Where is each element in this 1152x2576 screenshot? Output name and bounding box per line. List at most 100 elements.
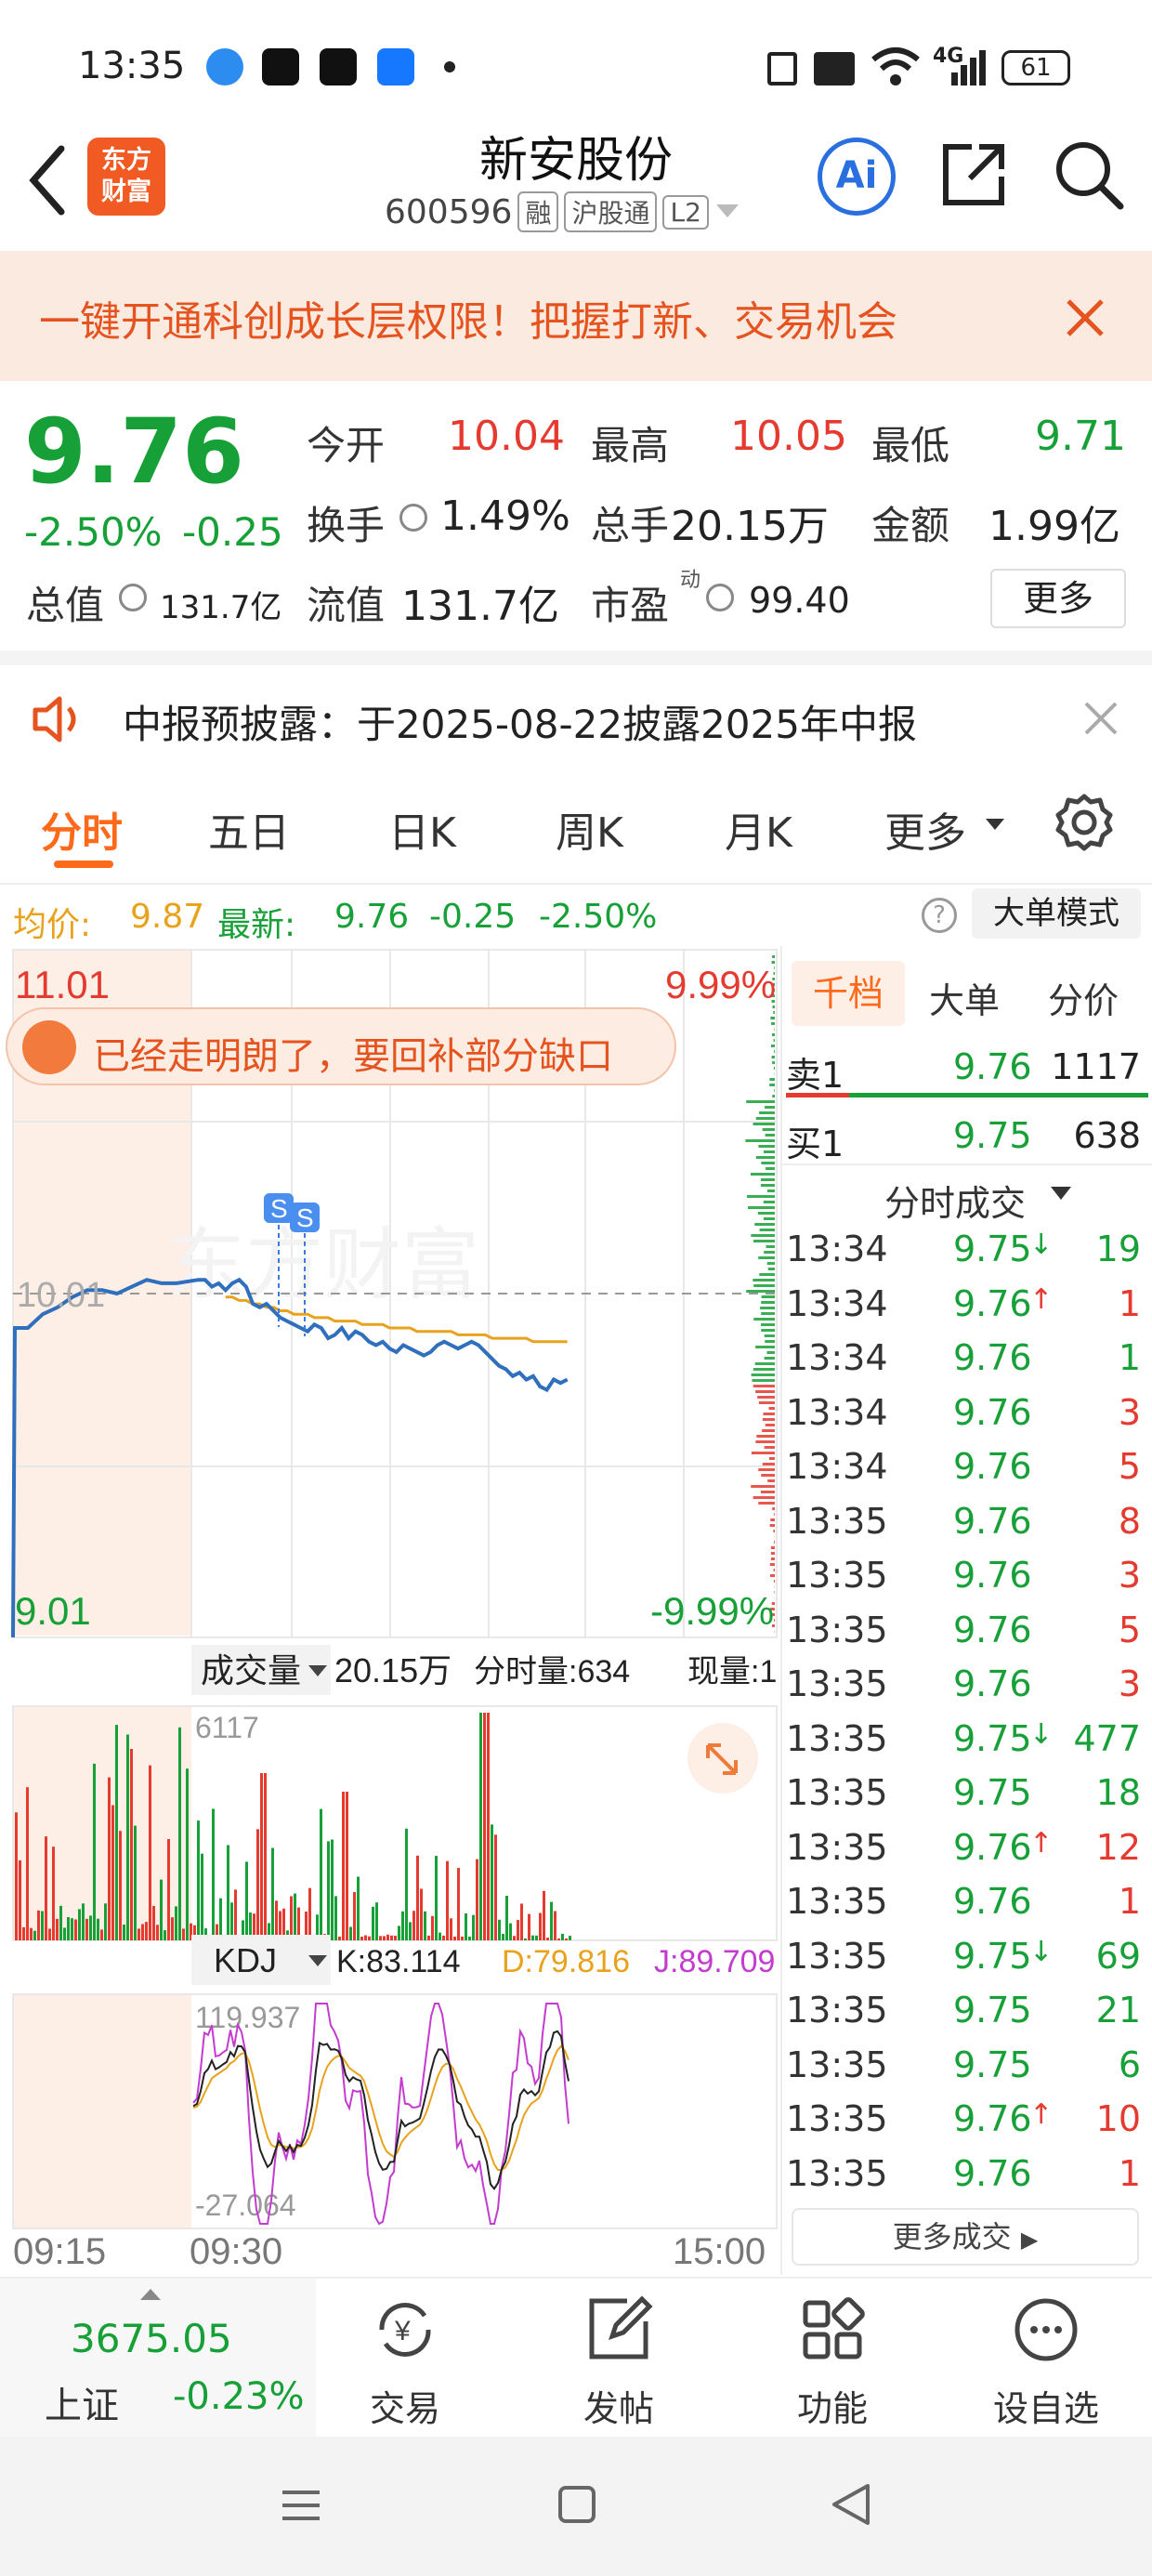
trade-volume: 3 <box>1118 1663 1141 1704</box>
tab-week-k[interactable]: 周K <box>556 799 623 859</box>
trade-volume: 19 <box>1095 1229 1141 1269</box>
nav-add-watchlist[interactable]: 设自选 <box>972 2295 1120 2431</box>
trade-row: 13:35 9.75 18 <box>786 1772 1148 1826</box>
caret-down-icon[interactable] <box>714 203 740 221</box>
close-icon[interactable] <box>1083 701 1119 736</box>
share-icon[interactable] <box>938 139 1009 210</box>
order-tape-bar <box>754 1362 775 1365</box>
promo-banner[interactable]: 一键开通科创成长层权限！把握打新、交易机会 <box>0 251 1152 381</box>
index-change: -0.23% <box>173 2375 305 2418</box>
ai-button[interactable]: Ai <box>818 138 896 216</box>
trade-price: 9.76 <box>953 1391 1032 1433</box>
trade-time: 13:35 <box>786 1826 888 1868</box>
trade-price: 9.75 <box>953 1717 1032 1759</box>
home-icon[interactable] <box>557 2485 596 2524</box>
tab-price-dist[interactable]: 分价 <box>1048 972 1119 1023</box>
volume-bar <box>67 1917 70 1940</box>
trades-header[interactable]: 分时成交 <box>884 1175 1026 1226</box>
volume-bar <box>74 1919 77 1940</box>
tab-more[interactable]: 更多 <box>884 799 966 859</box>
trade-price: 9.76 <box>953 1826 1032 1868</box>
volume-bar <box>245 1861 248 1940</box>
close-icon[interactable] <box>1065 297 1106 338</box>
nav-trade[interactable]: ¥ 交易 <box>331 2295 479 2431</box>
search-icon[interactable] <box>1052 138 1126 212</box>
index-value: 3675.05 <box>71 2316 232 2361</box>
trade-row: 13:35 9.76 1 <box>786 2153 1148 2207</box>
volume-bar <box>212 1808 215 1940</box>
sell1-row: 卖1 9.76 1117 <box>786 1041 1148 1096</box>
caret-down-icon[interactable] <box>1050 1186 1072 1201</box>
big-order-mode-button[interactable]: 大单模式 <box>972 888 1141 939</box>
tip-bubble[interactable]: 已经走明朗了，要回补部分缺口 <box>6 1007 676 1085</box>
trade-volume: 5 <box>1118 1609 1141 1650</box>
volume-bar <box>398 1925 400 1940</box>
volume-bar <box>539 1912 542 1940</box>
order-tape-bar <box>774 1541 775 1544</box>
y-top-label: 11.01 <box>15 963 110 1006</box>
intraday-chart[interactable]: 东方财富 S S 11.01 9.01 9.99% -9.99% 10.01 成… <box>0 946 780 2275</box>
volume-bar <box>401 1911 404 1940</box>
trade-price: 9.76 <box>953 1881 1032 1922</box>
trade-volume: 21 <box>1095 1990 1141 2031</box>
l2-tag: L2 <box>662 194 709 230</box>
trade-time: 13:35 <box>786 1935 888 1977</box>
volume-bar <box>85 1918 88 1940</box>
volume-bar <box>517 1920 519 1940</box>
tab-five-day[interactable]: 五日 <box>208 799 290 859</box>
volume-bar <box>420 1888 423 1940</box>
volume-max-label: 6117 <box>195 1711 259 1744</box>
order-tape-bar <box>774 1050 775 1053</box>
volume-label: 成交量 <box>201 1651 301 1689</box>
menu-icon[interactable] <box>281 2485 321 2526</box>
volume-bar <box>442 1936 445 1940</box>
tab-level-book[interactable]: 千档 <box>792 961 905 1026</box>
help-icon[interactable]: ? <box>922 898 957 933</box>
kdj-d-line <box>192 2044 569 2172</box>
trade-time: 13:35 <box>786 1990 888 2031</box>
trade-volume: 1 <box>1118 2152 1141 2194</box>
battery-icon: 61 <box>1001 50 1070 85</box>
order-tape-bar <box>755 1440 775 1443</box>
hd-icon <box>814 52 855 85</box>
notice-bar[interactable]: 中报预披露：于2025-08-22披露2025年中报 <box>0 651 1152 766</box>
margin-tag: 融 <box>517 191 559 232</box>
nav-post[interactable]: 发帖 <box>544 2295 693 2431</box>
x-label-0930: 09:30 <box>190 2231 282 2272</box>
caret-down-icon[interactable] <box>985 818 1005 831</box>
tab-intraday[interactable]: 分时 <box>41 799 123 859</box>
volume-bar <box>446 1860 449 1940</box>
sell-signal-label: S <box>296 1203 314 1232</box>
trade-price: 9.75 <box>953 1990 1032 2031</box>
back-nav-icon[interactable] <box>831 2483 871 2526</box>
volume-bar <box>461 1936 464 1940</box>
nav-functions[interactable]: 功能 <box>758 2295 907 2431</box>
trade-volume: 3 <box>1118 1555 1141 1596</box>
trade-volume: 12 <box>1095 1826 1141 1868</box>
caret-up-icon <box>140 2289 161 2300</box>
latest-label: 最新: <box>217 906 296 944</box>
gear-icon[interactable] <box>1054 792 1115 853</box>
kdj-j: J:89.709 <box>654 1944 775 1979</box>
index-ticker[interactable]: 3675.05 上证 -0.23% <box>0 2279 316 2437</box>
info-icon[interactable] <box>399 504 427 532</box>
order-tape-bar <box>769 1084 775 1086</box>
tab-day-k[interactable]: 日K <box>388 799 456 859</box>
more-trades-button[interactable]: 更多成交 ▶ <box>792 2208 1139 2266</box>
info-icon[interactable] <box>119 584 147 611</box>
volume-bar <box>342 1792 345 1940</box>
trade-volume: 18 <box>1095 1772 1141 1813</box>
more-button[interactable]: 更多 <box>990 569 1126 628</box>
volume-bar <box>513 1936 516 1940</box>
sell-signal-label: S <box>270 1194 288 1223</box>
volume-bar <box>104 1903 107 1940</box>
volume-bar <box>71 1918 73 1940</box>
volume-bar <box>431 1915 434 1940</box>
volume-bar <box>349 1926 352 1940</box>
tab-month-k[interactable]: 月K <box>725 799 792 859</box>
order-tape-bar <box>758 1468 775 1471</box>
volume-bar <box>550 1901 553 1940</box>
yuan-swap-icon: ¥ <box>379 2303 431 2357</box>
tab-big-orders[interactable]: 大单 <box>929 972 1000 1023</box>
info-icon[interactable] <box>706 584 734 611</box>
